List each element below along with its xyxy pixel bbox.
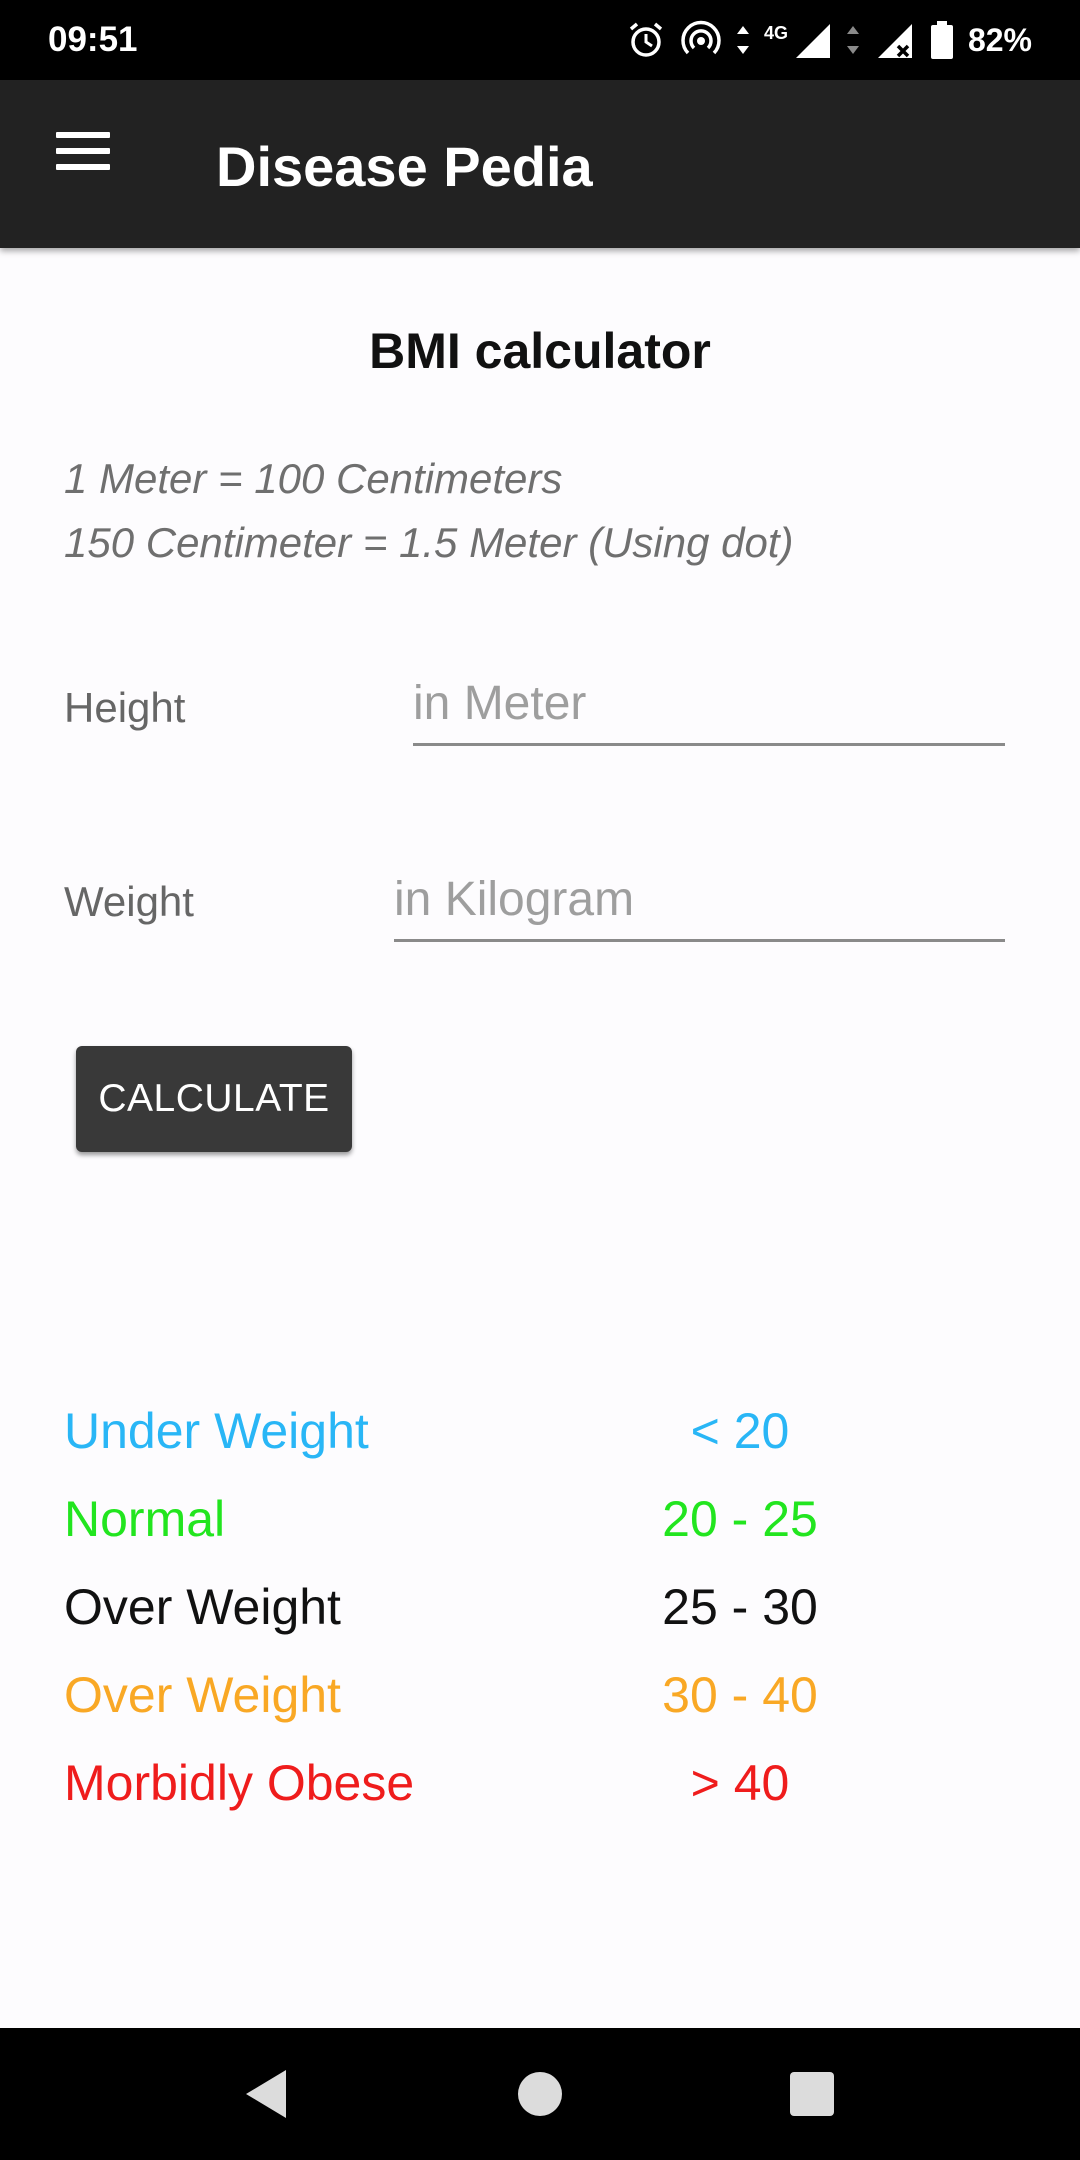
info-line-centimeter: 150 Centimeter = 1.5 Meter (Using dot)	[64, 519, 794, 566]
height-label: Height	[64, 684, 186, 731]
battery-percent: 82%	[967, 21, 1032, 58]
info-line-meter: 1 Meter = 100 Centimeters	[64, 455, 563, 502]
back-triangle-icon[interactable]	[236, 2062, 300, 2126]
bmi-row-normal: Normal 20 - 25	[0, 1490, 1080, 1560]
bmi-row-morbidly-obese: Morbidly Obese > 40	[0, 1754, 1080, 1824]
bmi-label: Over Weight	[64, 1579, 341, 1635]
status-bar: 09:51 4G 82%	[0, 0, 1080, 80]
bmi-label: Over Weight	[64, 1667, 341, 1723]
data-arrows-icon-2	[846, 26, 859, 54]
signal-no-data-icon	[877, 24, 912, 58]
height-input[interactable]	[413, 676, 1005, 746]
weight-input[interactable]	[394, 872, 1005, 942]
home-circle-icon[interactable]	[508, 2062, 572, 2126]
page-title: BMI calculator	[369, 323, 711, 379]
recents-square-icon[interactable]	[780, 2062, 844, 2126]
bmi-row-under-weight: Under Weight < 20	[0, 1402, 1080, 1472]
battery-icon	[930, 21, 953, 59]
bmi-range: 20 - 25	[662, 1491, 818, 1547]
bmi-range: 30 - 40	[662, 1667, 818, 1723]
bmi-row-over-weight-2: Over Weight 30 - 40	[0, 1666, 1080, 1736]
bmi-range: < 20	[690, 1403, 790, 1459]
bmi-label: Normal	[64, 1491, 226, 1547]
hamburger-menu-icon[interactable]	[40, 132, 110, 196]
signal-icon	[795, 24, 830, 58]
bmi-row-over-weight: Over Weight 25 - 30	[0, 1578, 1080, 1648]
navigation-bar	[0, 2028, 1080, 2160]
app-title: Disease Pedia	[216, 135, 593, 198]
status-time: 09:51	[48, 20, 138, 59]
bmi-label: Morbidly Obese	[64, 1755, 415, 1811]
network-type: 4G	[763, 22, 788, 43]
app-bar: Disease Pedia	[0, 80, 1080, 248]
data-arrows-icon	[736, 26, 749, 54]
calculate-button[interactable]: CALCULATE	[76, 1046, 352, 1152]
bmi-label: Under Weight	[64, 1403, 369, 1459]
weight-label: Weight	[64, 878, 194, 925]
bmi-range: > 40	[690, 1755, 790, 1811]
hotspot-icon	[681, 20, 721, 55]
alarm-icon	[629, 22, 663, 57]
bmi-range: 25 - 30	[662, 1579, 818, 1635]
status-icons: 4G 82%	[626, 18, 1032, 62]
